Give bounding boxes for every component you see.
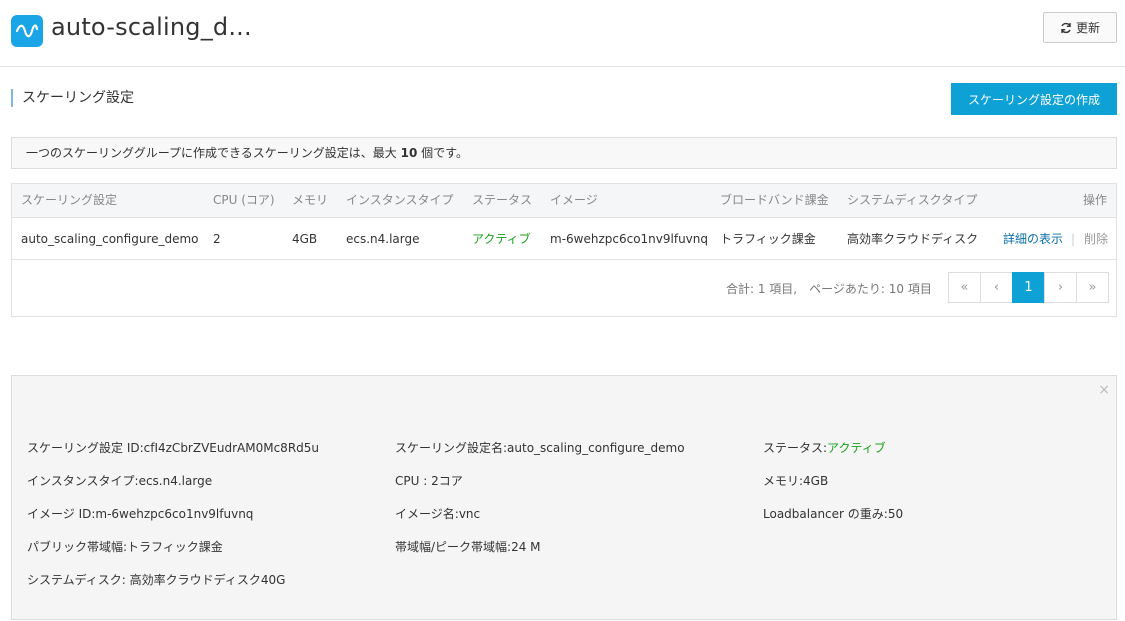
notice-count: 10	[400, 146, 418, 160]
detail-label: システムディスク:	[27, 573, 130, 587]
refresh-button-label: 更新	[1075, 21, 1100, 35]
detail-image-id: イメージ ID:m-6wehzpc6co1nv9lfuvnq	[27, 505, 253, 522]
create-scaling-config-button[interactable]: スケーリング設定の作成	[951, 83, 1117, 115]
page-header: auto-scaling_d... 更新	[0, 0, 1125, 67]
column-header-name: スケーリング設定	[21, 193, 118, 207]
pagination-summary: 合計: 1 項目, ページあたり: 10 項目	[726, 282, 932, 296]
column-header-cpu: CPU (コア)	[213, 193, 275, 207]
detail-value: 2コア	[431, 474, 463, 488]
cell-name: auto_scaling_configure_demo	[21, 232, 199, 246]
notice-suffix: 個です。	[417, 146, 468, 160]
table-row: auto_scaling_configure_demo 2 4GB ecs.n4…	[12, 218, 1116, 260]
last-page-button[interactable]: »	[1076, 272, 1109, 303]
detail-value: 4GB	[803, 474, 829, 488]
detail-label: インスタンスタイプ:	[27, 474, 139, 488]
refresh-icon	[1061, 22, 1071, 33]
detail-label: パブリック帯域幅:	[27, 540, 128, 554]
cell-memory: 4GB	[292, 232, 318, 246]
detail-system-disk: システムディスク: 高効率クラウドディスク40G	[27, 571, 285, 588]
detail-value: トラフィック課金	[127, 540, 223, 554]
pagination: « ‹ 1 › »	[948, 272, 1109, 303]
detail-label: 帯域幅/ピーク帯域幅:	[395, 540, 512, 554]
detail-value: 24 M	[511, 540, 541, 554]
detail-memory: メモリ:4GB	[763, 472, 828, 489]
cell-instance-type: ecs.n4.large	[346, 232, 420, 246]
delete-link[interactable]: 削除	[1084, 218, 1108, 260]
section-title: スケーリング設定	[11, 89, 134, 107]
config-details-panel: × スケーリング設定 ID:cfI4zCbrZVEudrAM0Mc8Rd5u ス…	[11, 375, 1117, 620]
detail-value: アクティブ	[827, 441, 886, 455]
page-1-button[interactable]: 1	[1012, 272, 1045, 303]
cell-bandwidth: トラフィック課金	[720, 232, 816, 246]
detail-value: 50	[887, 507, 904, 521]
first-page-button[interactable]: «	[948, 272, 981, 303]
column-header-status: ステータス	[472, 193, 533, 207]
prev-page-button[interactable]: ‹	[980, 272, 1013, 303]
view-details-link[interactable]: 詳細の表示	[1003, 218, 1063, 260]
detail-value: ecs.n4.large	[138, 474, 213, 488]
detail-value: vnc	[458, 507, 481, 521]
notice-prefix: 一つのスケーリンググループに作成できるスケーリング設定は、最大	[26, 146, 401, 160]
detail-label: イメージ ID:	[27, 507, 96, 521]
scaling-config-table: スケーリング設定 CPU (コア) メモリ インスタンスタイプ ステータス イメ…	[11, 183, 1117, 317]
detail-value: auto_scaling_configure_demo	[507, 441, 685, 455]
refresh-button[interactable]: 更新	[1043, 12, 1117, 43]
action-separator: |	[1071, 232, 1076, 246]
column-header-disk-type: システムディスクタイプ	[847, 193, 978, 207]
detail-value: m-6wehzpc6co1nv9lfuvnq	[95, 507, 254, 521]
cell-cpu: 2	[213, 232, 221, 246]
detail-status: ステータス:アクティブ	[763, 439, 886, 456]
detail-lb-weight: Loadbalancer の重み:50	[763, 505, 903, 522]
column-header-bandwidth: ブロードバンド課金	[720, 193, 829, 207]
detail-public-bandwidth: パブリック帯域幅:トラフィック課金	[27, 538, 223, 555]
column-header-actions: 操作	[1083, 193, 1108, 207]
detail-label: イメージ名:	[395, 507, 459, 521]
detail-config-name: スケーリング設定名:auto_scaling_configure_demo	[395, 439, 685, 456]
detail-value: cfI4zCbrZVEudrAM0Mc8Rd5u	[143, 441, 320, 455]
detail-instance-type: インスタンスタイプ:ecs.n4.large	[27, 472, 212, 489]
detail-label: スケーリング設定名:	[395, 441, 508, 455]
detail-label: メモリ:	[763, 474, 804, 488]
detail-config-id: スケーリング設定 ID:cfI4zCbrZVEudrAM0Mc8Rd5u	[27, 439, 319, 456]
column-header-image: イメージ	[550, 193, 598, 207]
detail-image-name: イメージ名:vnc	[395, 505, 480, 522]
detail-label: CPU :	[395, 474, 432, 488]
close-icon[interactable]: ×	[1098, 382, 1110, 398]
limit-notice: 一つのスケーリンググループに作成できるスケーリング設定は、最大 10 個です。	[11, 137, 1117, 169]
detail-value: 高効率クラウドディスク40G	[129, 573, 286, 587]
cell-disk-type: 高効率クラウドディスク	[847, 232, 979, 246]
detail-cpu: CPU : 2コア	[395, 472, 463, 489]
auto-scaling-logo-icon	[11, 15, 43, 47]
detail-label: ステータス:	[763, 441, 828, 455]
cell-image: m-6wehzpc6co1nv9lfuvnq	[550, 232, 709, 246]
page-title: auto-scaling_d...	[51, 13, 252, 41]
next-page-button[interactable]: ›	[1044, 272, 1077, 303]
table-header: スケーリング設定 CPU (コア) メモリ インスタンスタイプ ステータス イメ…	[12, 184, 1116, 218]
cell-status: アクティブ	[472, 232, 531, 246]
detail-peak-bandwidth: 帯域幅/ピーク帯域幅:24 M	[395, 538, 541, 555]
column-header-instance-type: インスタンスタイプ	[346, 193, 454, 207]
detail-label: Loadbalancer の重み:	[763, 507, 888, 521]
detail-label: スケーリング設定 ID:	[27, 441, 144, 455]
column-header-memory: メモリ	[292, 193, 329, 207]
